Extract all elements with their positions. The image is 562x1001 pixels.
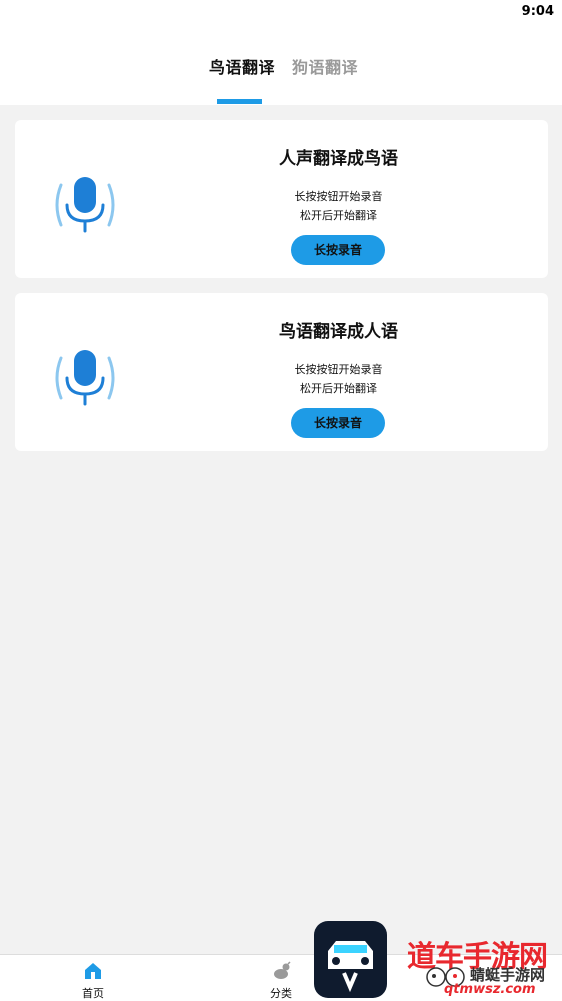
card-instruction-1: 长按按钮开始录音 xyxy=(294,363,383,376)
microphone-icon xyxy=(55,177,115,233)
nav-label-home: 首页 xyxy=(82,987,104,1000)
card-instruction-2: 松开后开始翻译 xyxy=(300,209,377,222)
hold-to-record-button[interactable]: 长按录音 xyxy=(291,408,385,438)
nav-item-home[interactable]: 首页 xyxy=(63,955,123,1001)
card-title: 人声翻译成鸟语 xyxy=(279,149,398,169)
nav-label-category: 分类 xyxy=(270,987,292,1000)
home-icon xyxy=(85,963,101,979)
watermark-app-icon xyxy=(314,921,387,998)
tab-bird-translate[interactable]: 鸟语翻译 xyxy=(209,54,275,78)
hold-to-record-button[interactable]: 长按录音 xyxy=(291,235,385,265)
card-title: 鸟语翻译成人语 xyxy=(279,322,398,342)
card-instruction-1: 长按按钮开始录音 xyxy=(294,190,383,203)
status-time: 9:04 xyxy=(521,4,554,19)
card-instruction-2: 松开后开始翻译 xyxy=(300,382,377,395)
translate-card-human-to-bird: 人声翻译成鸟语 长按按钮开始录音 松开后开始翻译 长按录音 xyxy=(15,120,548,278)
tab-indicator xyxy=(217,99,262,104)
status-bar: 9:04 xyxy=(0,0,562,24)
watermark-url: qtmwsz.com xyxy=(444,982,536,997)
header-tabs: 鸟语翻译 狗语翻译 xyxy=(0,24,562,105)
category-icon xyxy=(274,961,291,979)
nav-item-category[interactable]: 分类 xyxy=(251,955,311,1001)
tab-dog-translate[interactable]: 狗语翻译 xyxy=(292,54,358,78)
translate-card-bird-to-human: 鸟语翻译成人语 长按按钮开始录音 松开后开始翻译 长按录音 xyxy=(15,293,548,451)
microphone-icon xyxy=(55,350,115,406)
